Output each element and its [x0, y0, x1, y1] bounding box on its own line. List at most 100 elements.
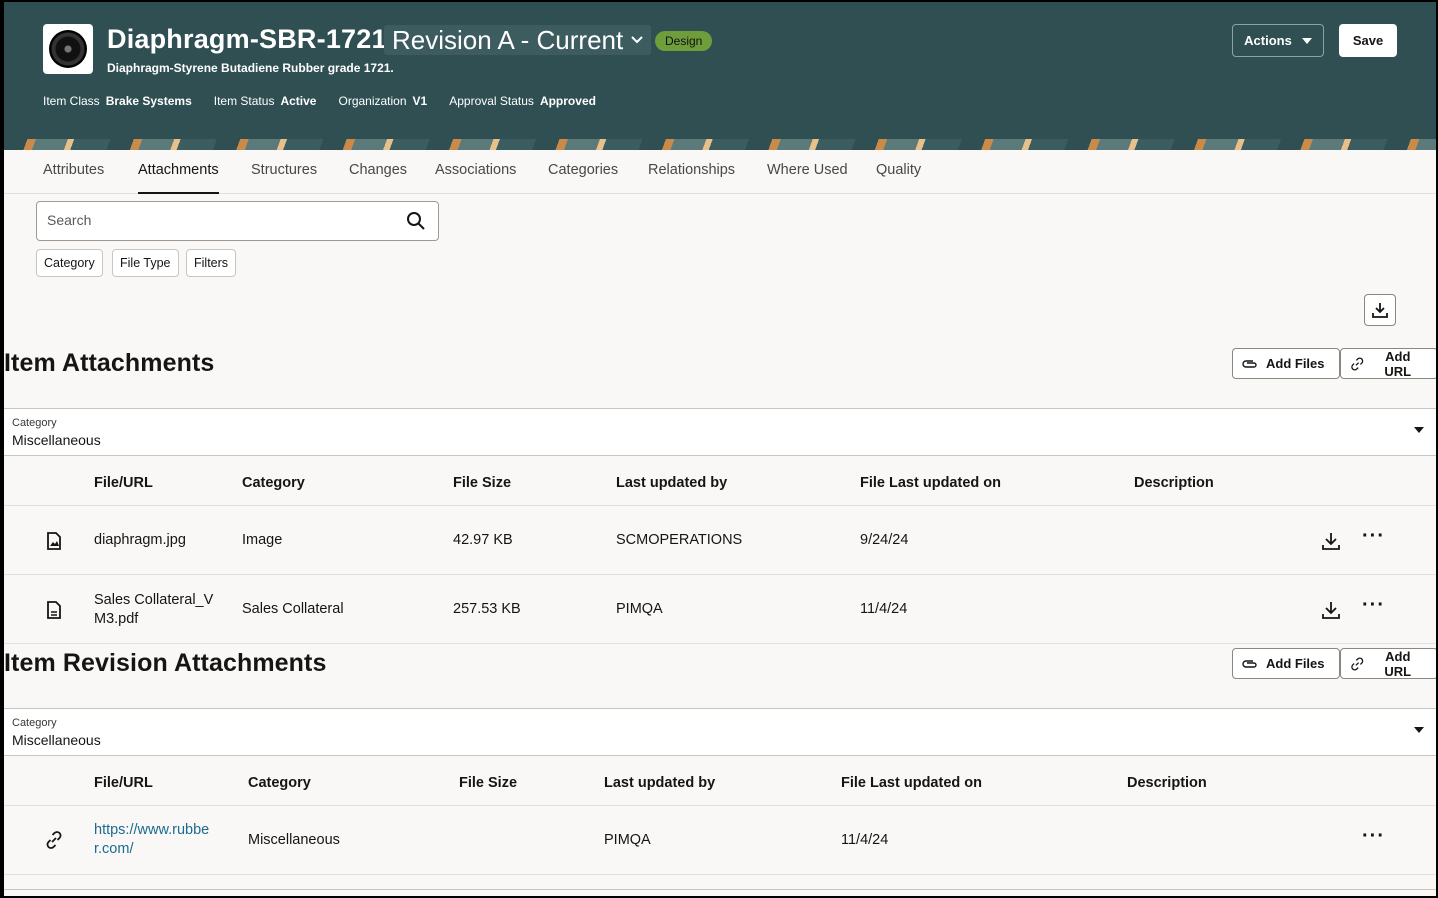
filter-chip-category[interactable]: Category — [36, 249, 103, 277]
save-button[interactable]: Save — [1339, 24, 1397, 57]
attachments-table-header: File/URL Category File Size Last updated… — [4, 456, 1436, 506]
file-size: 257.53 KB — [453, 601, 521, 617]
add-files-label: Add Files — [1266, 356, 1325, 371]
column-header-file-url[interactable]: File/URL — [94, 775, 153, 791]
table-row: Sales Collateral_V M3.pdf Sales Collater… — [4, 575, 1436, 644]
download-all-button[interactable] — [1364, 294, 1396, 326]
more-actions-icon[interactable]: ··· — [1362, 825, 1385, 848]
category-select-value: Miscellaneous — [12, 432, 101, 448]
category-select-value: Miscellaneous — [12, 732, 101, 748]
column-header-last-updated-on[interactable]: File Last updated on — [841, 775, 982, 791]
app-window: Diaphragm-SBR-1721 Revision A - Current … — [0, 0, 1438, 898]
revision-selector[interactable]: Revision A - Current — [384, 24, 652, 55]
column-header-file-size[interactable]: File Size — [453, 475, 511, 491]
revision-attachments-title: Item Revision Attachments — [4, 649, 327, 677]
url-link-continued[interactable]: r.com/ — [94, 840, 133, 859]
lifecycle-badge: Design — [655, 31, 713, 51]
pdf-file-icon — [47, 601, 61, 619]
caret-down-icon — [1414, 727, 1424, 733]
search-box — [36, 201, 439, 241]
download-icon[interactable] — [1320, 599, 1342, 621]
caret-down-icon — [1414, 427, 1424, 433]
item-thumbnail — [43, 24, 93, 74]
tab-relationships[interactable]: Relationships — [648, 162, 735, 178]
add-files-button[interactable]: Add Files — [1232, 348, 1340, 379]
paperclip-icon — [1242, 359, 1257, 368]
download-icon[interactable] — [1320, 530, 1342, 552]
link-icon — [1351, 357, 1364, 370]
search-input[interactable] — [47, 212, 387, 228]
diaphragm-thumbnail-icon — [49, 30, 87, 68]
category-select-label: Category — [12, 717, 57, 729]
meta-approval-status: Approval Status Approved — [449, 94, 596, 108]
column-header-file-url[interactable]: File/URL — [94, 475, 153, 491]
tab-attributes[interactable]: Attributes — [43, 162, 104, 178]
last-updated-by: SCMOPERATIONS — [616, 532, 743, 548]
meta-item-class: Item Class Brake Systems — [43, 94, 192, 108]
meta-organization: Organization V1 — [338, 94, 428, 108]
more-actions-icon[interactable]: ··· — [1362, 525, 1385, 548]
file-name[interactable]: Sales Collateral_V — [94, 591, 213, 610]
file-category: Sales Collateral — [242, 601, 344, 617]
last-updated-on: 9/24/24 — [860, 532, 909, 548]
column-header-category[interactable]: Category — [248, 775, 311, 791]
filter-chip-filters[interactable]: Filters — [186, 249, 237, 277]
table-row: diaphragm.jpg Image 42.97 KB SCMOPERATIO… — [4, 506, 1436, 575]
last-updated-by: PIMQA — [616, 601, 663, 617]
column-header-description[interactable]: Description — [1127, 775, 1207, 791]
item-description: Diaphragm-Styrene Butadiene Rubber grade… — [107, 61, 394, 75]
link-icon — [1351, 657, 1364, 670]
download-icon — [1372, 303, 1388, 318]
actions-button[interactable]: Actions — [1232, 24, 1324, 57]
tab-associations[interactable]: Associations — [435, 162, 516, 178]
add-files-label: Add Files — [1266, 656, 1325, 671]
column-header-category[interactable]: Category — [242, 475, 305, 491]
filter-chip-file-type[interactable]: File Type — [112, 249, 179, 277]
last-updated-on: 11/4/24 — [841, 832, 889, 848]
file-name[interactable]: diaphragm.jpg — [94, 531, 186, 550]
add-url-button[interactable]: Add URL — [1340, 648, 1436, 679]
tab-bar: Attributes Attachments Structures Change… — [4, 150, 1436, 194]
actions-label: Actions — [1244, 33, 1292, 48]
add-url-button[interactable]: Add URL — [1340, 348, 1436, 379]
add-url-label: Add URL — [1384, 648, 1412, 679]
column-header-file-size[interactable]: File Size — [459, 775, 517, 791]
file-size: 42.97 KB — [453, 532, 513, 548]
column-header-description[interactable]: Description — [1134, 475, 1214, 491]
revision-label: Revision A - Current — [392, 24, 624, 55]
item-header: Diaphragm-SBR-1721 Revision A - Current … — [4, 2, 1436, 139]
file-category: Image — [242, 532, 283, 548]
last-updated-on: 11/4/24 — [860, 601, 908, 617]
column-header-last-updated-on[interactable]: File Last updated on — [860, 475, 1001, 491]
tab-structures[interactable]: Structures — [251, 162, 317, 178]
category-select-label: Category — [12, 417, 57, 429]
header-decorative-band — [4, 139, 1436, 150]
category-select[interactable]: Category Miscellaneous — [4, 708, 1436, 756]
caret-down-icon — [1301, 37, 1312, 44]
divider — [4, 889, 1436, 890]
revision-table-header: File/URL Category File Size Last updated… — [4, 756, 1436, 806]
column-header-last-updated-by[interactable]: Last updated by — [616, 475, 727, 491]
link-icon — [46, 831, 62, 849]
chevron-down-icon — [631, 36, 643, 44]
tab-where-used[interactable]: Where Used — [767, 162, 848, 178]
last-updated-by: PIMQA — [604, 832, 651, 848]
column-header-last-updated-by[interactable]: Last updated by — [604, 775, 715, 791]
add-files-button[interactable]: Add Files — [1232, 648, 1340, 679]
tab-quality[interactable]: Quality — [876, 162, 921, 178]
file-category: Miscellaneous — [248, 832, 340, 848]
item-meta: Item Class Brake Systems Item Status Activ… — [43, 94, 596, 108]
meta-item-status: Item Status Active — [213, 94, 317, 108]
item-title: Diaphragm-SBR-1721 — [107, 24, 387, 54]
paperclip-icon — [1242, 659, 1257, 668]
category-select[interactable]: Category Miscellaneous — [4, 408, 1436, 456]
tab-changes[interactable]: Changes — [349, 162, 407, 178]
search-icon[interactable] — [406, 211, 426, 231]
tab-categories[interactable]: Categories — [548, 162, 618, 178]
tab-attachments[interactable]: Attachments — [138, 162, 219, 194]
url-link[interactable]: https://www.rubbe — [94, 821, 209, 840]
file-name-continued[interactable]: M3.pdf — [94, 610, 138, 629]
more-actions-icon[interactable]: ··· — [1362, 594, 1385, 617]
item-attachments-title: Item Attachments — [4, 349, 215, 377]
image-file-icon — [47, 532, 61, 550]
